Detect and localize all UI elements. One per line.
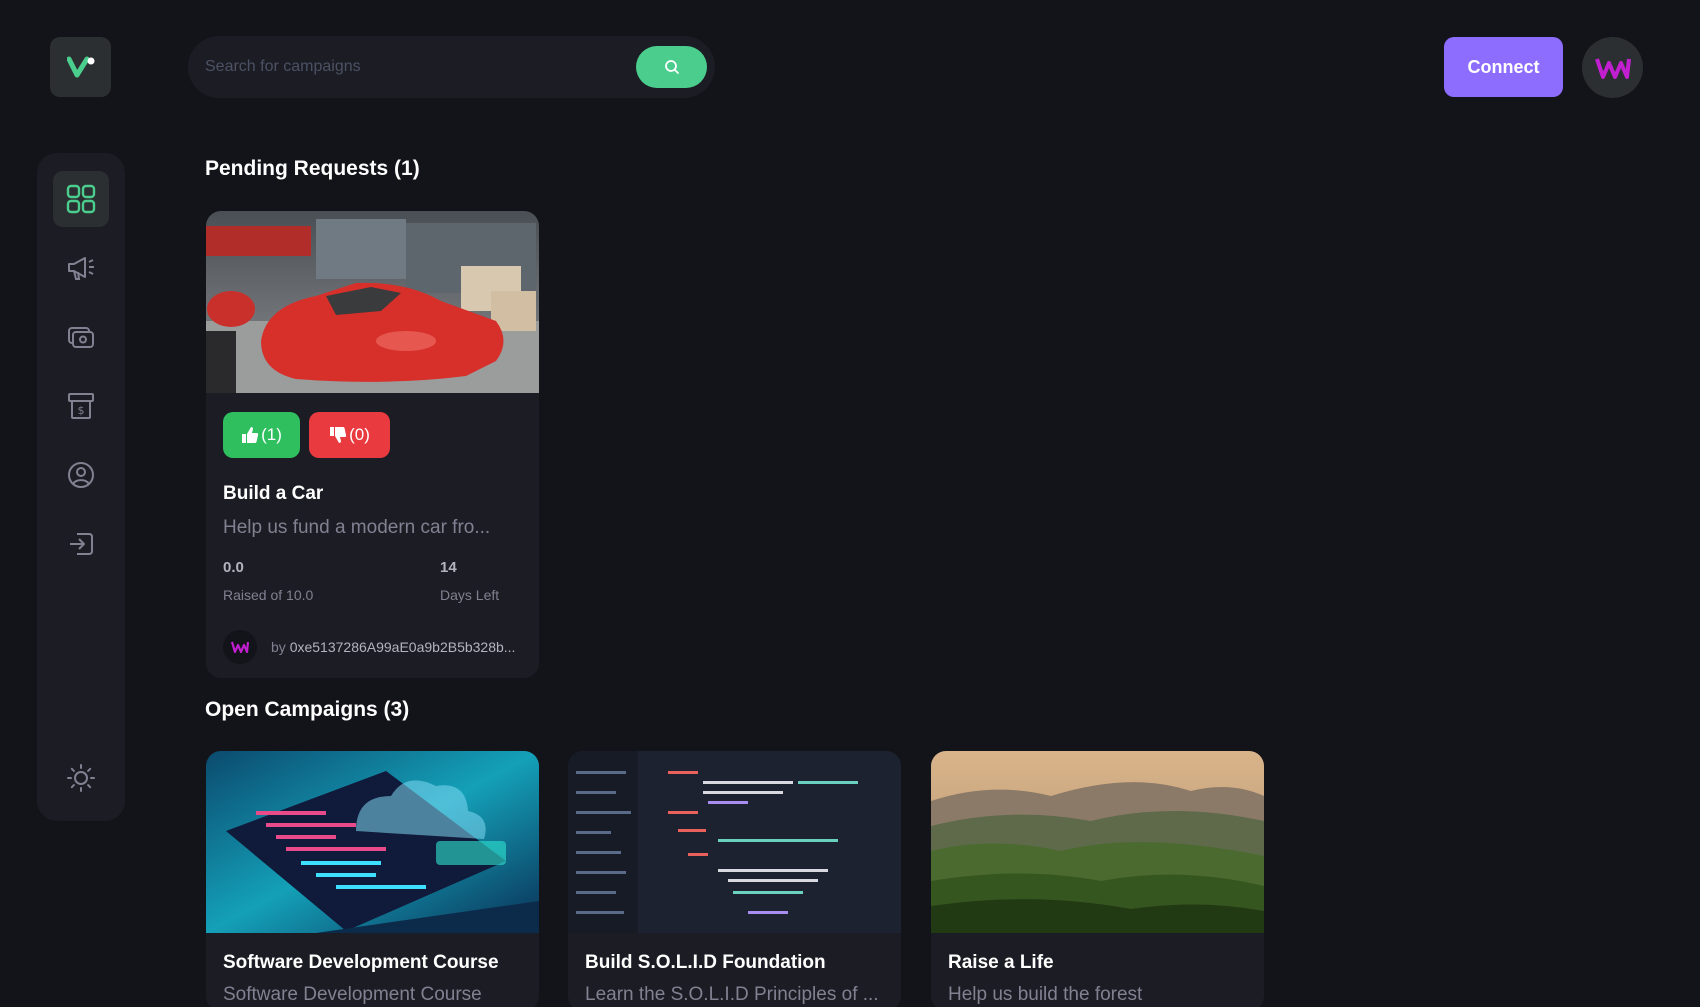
sidebar: $ [37,153,125,821]
search-bar [188,36,715,98]
campaign-image-car [206,211,539,393]
campaign-card[interactable]: Build S.O.L.I.D Foundation Learn the S.O… [568,751,901,1007]
thumbs-up-icon [242,427,259,443]
raised-amount: 0.0 [223,559,244,576]
raised-stat: 0.0 Raised of 10.0 [223,559,313,603]
dashboard-icon [66,184,96,214]
sidebar-item-campaign[interactable] [53,240,109,296]
profile-avatar[interactable] [1582,37,1643,98]
campaign-description: Help us build the forest [948,984,1143,1005]
sun-icon [67,764,95,792]
campaign-description: Learn the S.O.L.I.D Principles of ... [585,984,879,1005]
sidebar-item-dashboard[interactable] [53,171,109,227]
thumbs-down-icon [330,427,347,443]
connect-button[interactable]: Connect [1444,37,1563,97]
pending-requests-title: Pending Requests (1) [205,157,420,180]
campaign-description: Help us fund a modern car fro... [223,517,491,538]
campaign-card[interactable]: Software Development Course Software Dev… [206,751,539,1007]
days-left-label: Days Left [440,587,500,603]
brand-w-icon [1594,57,1631,79]
megaphone-icon [68,257,94,280]
campaign-image-software [206,751,539,933]
campaign-image-forest [931,751,1264,933]
campaign-title: Raise a Life [948,952,1054,973]
upvote-count: (1) [261,425,282,444]
search-icon [664,60,679,74]
downvote-count: (0) [349,425,370,444]
app-logo[interactable] [50,37,111,97]
logout-icon [70,533,93,555]
days-left-stat: 14 Days Left [440,559,522,603]
owner-address: by 0xe5137286A99aE0a9b2B5b328b... [271,639,516,655]
days-left-value: 14 [440,559,457,576]
upvote-button[interactable]: (1) [223,412,300,458]
campaign-title: Build S.O.L.I.D Foundation [585,952,826,973]
open-campaigns-title: Open Campaigns (3) [205,698,410,721]
downvote-button[interactable]: (0) [309,412,390,458]
campaign-description: Software Development Course [223,984,482,1005]
campaign-card[interactable]: (1) (0) Build a Car Help us fund a moder… [206,211,539,678]
owner-avatar [223,630,257,664]
raised-label: Raised of 10.0 [223,587,314,603]
sidebar-item-logout[interactable] [53,516,109,572]
campaign-image-code [568,751,901,933]
payment-icon [68,327,94,348]
brand-w-icon [231,641,249,653]
theme-toggle[interactable] [53,750,109,806]
campaign-card[interactable]: Raise a Life Help us build the forest [931,751,1264,1007]
sidebar-item-profile[interactable] [53,447,109,503]
sidebar-item-payment[interactable] [53,309,109,365]
logo-icon [66,56,94,78]
campaign-title: Software Development Course [223,952,499,973]
campaign-owner: by 0xe5137286A99aE0a9b2B5b328b... [223,630,522,664]
sidebar-item-withdraw[interactable]: $ [53,378,109,434]
search-button[interactable] [636,46,707,88]
campaign-title: Build a Car [223,483,324,504]
profile-icon [68,462,94,488]
svg-text:$: $ [78,404,85,417]
withdraw-icon: $ [68,393,94,419]
